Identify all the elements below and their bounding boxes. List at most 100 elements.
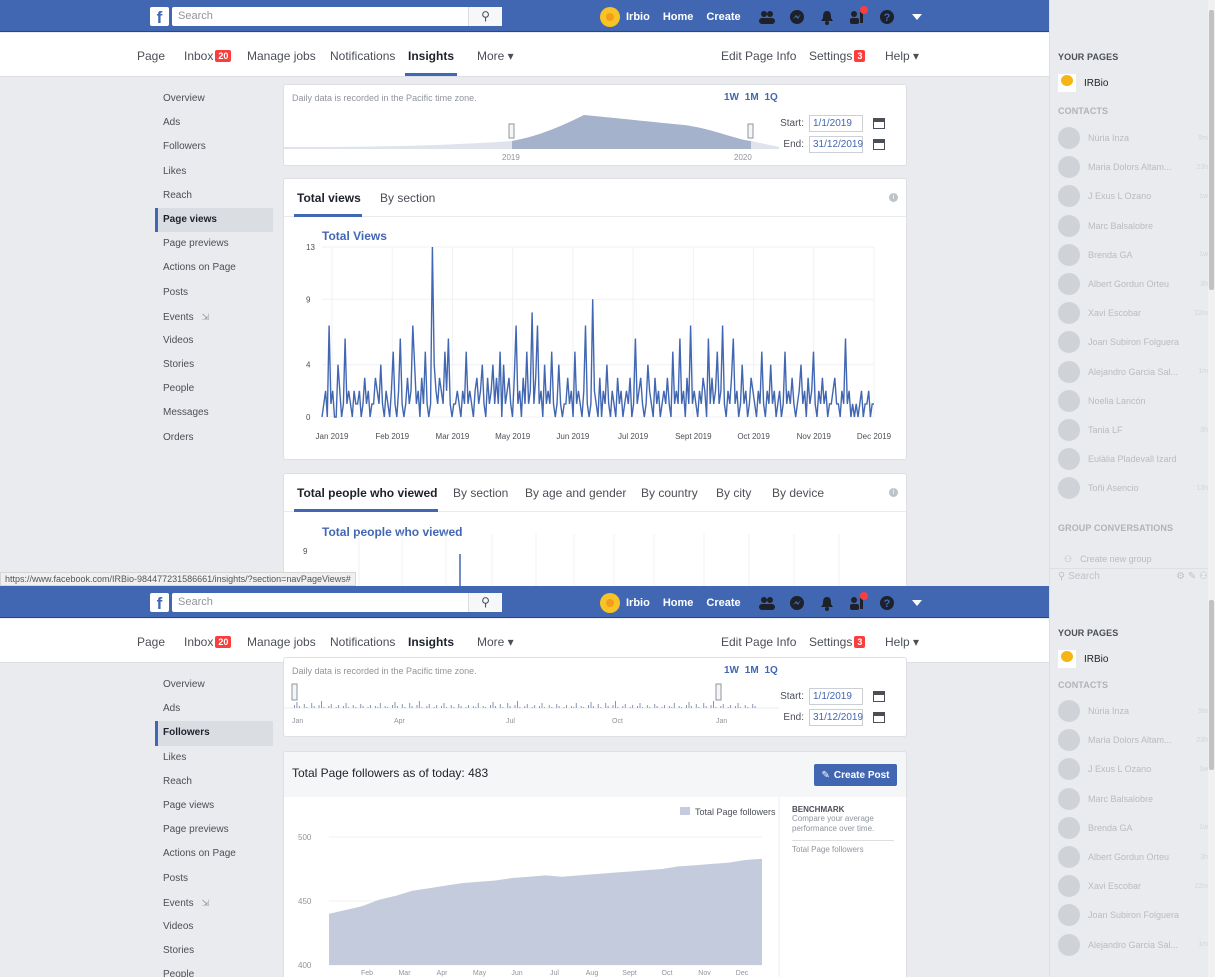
tab-by-section[interactable]: By section <box>380 191 435 205</box>
contact-item[interactable]: Alejandro Garcia Sal... 1m <box>1058 360 1208 384</box>
nav-settings[interactable]: Settings 3 <box>809 635 866 649</box>
nav-page[interactable]: Page <box>137 49 165 63</box>
page-scrollbar[interactable] <box>1208 0 1215 586</box>
end-calendar-icon[interactable] <box>873 712 885 723</box>
contact-item[interactable]: Xavi Escobar 22m <box>1058 874 1208 898</box>
chat-search[interactable]: ⚲ Search ⚙ ✎ ⚇ <box>1050 568 1215 584</box>
contact-item[interactable]: Albert Gordun Orteu 3h <box>1058 272 1208 296</box>
menu-stories[interactable]: Stories <box>155 353 273 377</box>
your-page-irbio[interactable]: IRBio <box>1058 74 1108 92</box>
home-link[interactable]: Home <box>663 597 694 609</box>
page-scrollbar[interactable] <box>1208 586 1215 977</box>
profile-avatar[interactable] <box>600 7 620 27</box>
nav-help[interactable]: Help ▾ <box>885 49 919 63</box>
contact-item[interactable]: Xavi Escobar 22m <box>1058 301 1208 325</box>
menu-ads[interactable]: Ads <box>155 697 273 721</box>
tab-age-gender[interactable]: By age and gender <box>525 486 626 500</box>
benchmark-item[interactable]: Total Page followers <box>792 840 894 855</box>
contact-item[interactable]: Brenda GA 1w <box>1058 243 1208 267</box>
nav-more[interactable]: More ▾ <box>477 49 514 63</box>
contact-item[interactable]: Marc Balsalobre <box>1058 214 1208 238</box>
nav-notifications[interactable]: Notifications <box>330 635 395 649</box>
contact-item[interactable]: Joan Subiron Folguera <box>1058 330 1208 354</box>
nav-settings[interactable]: Settings 3 <box>809 49 866 63</box>
nav-insights[interactable]: Insights <box>408 49 454 63</box>
contact-item[interactable]: Marc Balsalobre <box>1058 787 1208 811</box>
menu-people[interactable]: People <box>155 377 273 401</box>
range-slider[interactable] <box>284 101 779 167</box>
contact-item[interactable]: Núria Inza 9m <box>1058 126 1208 150</box>
tab-device[interactable]: By device <box>772 486 824 500</box>
start-date-input[interactable]: 1/1/2019 <box>809 115 863 132</box>
end-date-input[interactable]: 31/12/2019 <box>809 136 863 153</box>
help-icon[interactable]: ? <box>878 8 896 26</box>
create-link[interactable]: Create <box>706 597 740 609</box>
contact-item[interactable]: Núria Inza 9m <box>1058 699 1208 723</box>
friend-requests-icon[interactable] <box>758 8 776 26</box>
end-date-input[interactable]: 31/12/2019 <box>809 709 863 726</box>
nav-manage-jobs[interactable]: Manage jobs <box>247 49 316 63</box>
menu-followers[interactable]: Followers <box>155 721 273 746</box>
search-icon[interactable]: ⚲ <box>468 593 502 612</box>
menu-videos[interactable]: Videos <box>155 329 273 353</box>
menu-stories[interactable]: Stories <box>155 939 273 963</box>
menu-videos[interactable]: Videos <box>155 915 273 939</box>
menu-actions-on-page[interactable]: Actions on Page <box>155 842 273 866</box>
menu-reach[interactable]: Reach <box>155 184 273 208</box>
create-post-button[interactable]: ✎ Create Post <box>814 764 897 786</box>
home-link[interactable]: Home <box>663 11 694 23</box>
nav-manage-jobs[interactable]: Manage jobs <box>247 635 316 649</box>
messenger-icon[interactable] <box>788 594 806 612</box>
nav-edit-page-info[interactable]: Edit Page Info <box>721 49 796 63</box>
contact-item[interactable]: Brenda GA 1w <box>1058 816 1208 840</box>
menu-overview[interactable]: Overview <box>155 673 273 697</box>
menu-reach[interactable]: Reach <box>155 770 273 794</box>
tab-total-people[interactable]: Total people who viewed <box>297 486 437 500</box>
nav-more[interactable]: More ▾ <box>477 635 514 649</box>
menu-events[interactable]: Events ⇲ <box>155 891 273 915</box>
start-calendar-icon[interactable] <box>873 118 885 129</box>
tab-people-by-section[interactable]: By section <box>453 486 508 500</box>
contact-item[interactable]: Alejandro Garcia Sal... 1m <box>1058 933 1208 957</box>
contact-item[interactable]: Toñi Asencio 13h <box>1058 476 1208 500</box>
contact-item[interactable]: Joan Subiron Folguera <box>1058 903 1208 927</box>
info-icon[interactable]: i <box>889 193 898 202</box>
nav-notifications[interactable]: Notifications <box>330 49 395 63</box>
nav-help[interactable]: Help ▾ <box>885 635 919 649</box>
menu-ads[interactable]: Ads <box>155 111 273 135</box>
notifications-bell-icon[interactable] <box>818 594 836 612</box>
start-date-input[interactable]: 1/1/2019 <box>809 688 863 705</box>
menu-page-views[interactable]: Page views <box>155 794 273 818</box>
facebook-logo-icon[interactable]: f <box>150 593 169 612</box>
search-icon[interactable]: ⚲ <box>468 7 502 26</box>
menu-overview[interactable]: Overview <box>155 87 273 111</box>
contact-item[interactable]: Eulàlia Pladevall Izard <box>1058 447 1208 471</box>
menu-page-previews[interactable]: Page previews <box>155 818 273 842</box>
tab-country[interactable]: By country <box>641 486 698 500</box>
friend-requests-icon[interactable] <box>758 594 776 612</box>
menu-page-previews[interactable]: Page previews <box>155 232 273 256</box>
daily-activity-slider[interactable] <box>284 680 779 720</box>
menu-events[interactable]: Events ⇲ <box>155 305 273 329</box>
profile-link[interactable]: Irbio <box>626 11 650 23</box>
create-link[interactable]: Create <box>706 11 740 23</box>
contact-item[interactable]: Albert Gordun Orteu 3h <box>1058 845 1208 869</box>
nav-insights[interactable]: Insights <box>408 635 454 649</box>
contact-item[interactable]: Maria Dolors Altam... 23h <box>1058 728 1208 752</box>
facebook-logo-icon[interactable]: f <box>150 7 169 26</box>
menu-likes[interactable]: Likes <box>155 160 273 184</box>
nav-inbox[interactable]: Inbox 20 <box>184 49 232 63</box>
end-calendar-icon[interactable] <box>873 139 885 150</box>
menu-likes[interactable]: Likes <box>155 746 273 770</box>
search-input[interactable]: Search ⚲ <box>172 7 502 26</box>
nav-inbox[interactable]: Inbox 20 <box>184 635 232 649</box>
nav-page[interactable]: Page <box>137 635 165 649</box>
info-icon[interactable]: i <box>889 488 898 497</box>
chat-options-icons[interactable]: ⚙ ✎ ⚇ <box>1176 569 1208 585</box>
your-page-irbio[interactable]: IRBio <box>1058 650 1108 668</box>
nav-edit-page-info[interactable]: Edit Page Info <box>721 635 796 649</box>
menu-page-views[interactable]: Page views <box>155 207 273 233</box>
messenger-icon[interactable] <box>788 8 806 26</box>
contact-item[interactable]: Tania LF 3h <box>1058 418 1208 442</box>
contact-item[interactable]: Noelia Lancón <box>1058 389 1208 413</box>
